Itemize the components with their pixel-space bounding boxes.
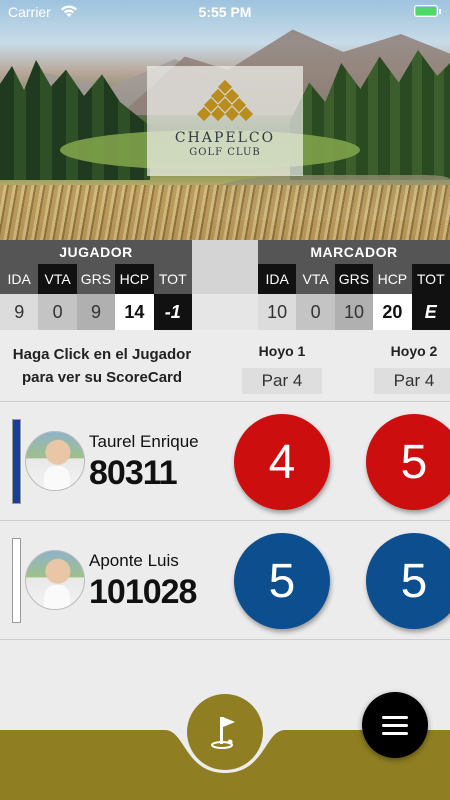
player-number: 101028	[89, 573, 197, 611]
player-color-bar	[12, 419, 21, 504]
avatar	[25, 431, 85, 491]
logo-mark-icon	[195, 79, 255, 128]
jugador-value-row: 9 0 9 14 -1	[0, 294, 192, 330]
marcador-hdr-vta: VTA	[296, 264, 335, 294]
jugador-val-tot: -1	[153, 294, 192, 330]
player-row[interactable]: Aponte Luis 101028 5 5	[0, 521, 450, 640]
scorecard-hint: Haga Click en el Jugador para ver su Sco…	[12, 343, 192, 389]
player-name: Aponte Luis	[89, 551, 179, 570]
hint-line-1: Haga Click en el Jugador	[12, 346, 192, 363]
avatar	[25, 550, 85, 610]
score-hole-1[interactable]: 5	[234, 533, 330, 629]
score-hole-2[interactable]: 5	[366, 533, 450, 629]
jugador-val-hcp: 14	[115, 294, 154, 330]
score-hole-2[interactable]: 5	[366, 414, 450, 510]
menu-button[interactable]	[362, 692, 428, 758]
hole-1-name: Hoyo 1	[258, 343, 306, 359]
hole-2-par: Par 4	[374, 368, 450, 394]
jugador-hdr-ida: IDA	[0, 264, 39, 294]
player-number: 80311	[89, 454, 178, 492]
score-divider	[192, 240, 258, 330]
marcador-hdr-ida: IDA	[258, 264, 297, 294]
score-summary: JUGADOR IDA VTA GRS HCP TOT 9 0 9 14 -1 …	[0, 240, 450, 330]
marcador-hdr-tot: TOT	[411, 264, 450, 294]
jugador-header-row: IDA VTA GRS HCP TOT	[0, 264, 192, 294]
jugador-hdr-tot: TOT	[153, 264, 192, 294]
marcador-title: MARCADOR	[258, 240, 450, 264]
marcador-val-vta: 0	[296, 294, 335, 330]
jugador-val-ida: 9	[0, 294, 39, 330]
marcador-val-tot: E	[411, 294, 450, 330]
hamburger-menu-icon	[382, 715, 408, 719]
jugador-title: JUGADOR	[0, 240, 192, 264]
hero-banner: CHAPELCO GOLF CLUB	[0, 0, 450, 240]
battery-icon	[414, 5, 441, 17]
hamburger-line	[382, 731, 408, 735]
marcador-val-ida: 10	[258, 294, 297, 330]
hint-line-2: para ver su ScoreCard	[21, 369, 183, 386]
player-row[interactable]: Taurel Enrique 80311 4 5	[0, 402, 450, 521]
marcador-header-row: IDA VTA GRS HCP TOT	[258, 264, 450, 294]
golf-flag-icon	[211, 717, 235, 749]
jugador-panel: JUGADOR IDA VTA GRS HCP TOT 9 0 9 14 -1	[0, 240, 192, 330]
jugador-val-vta: 0	[38, 294, 77, 330]
home-flag-button[interactable]	[187, 694, 263, 770]
marcador-val-hcp: 20	[373, 294, 412, 330]
jugador-hdr-hcp: HCP	[115, 264, 154, 294]
club-logo: CHAPELCO GOLF CLUB	[147, 66, 303, 176]
jugador-hdr-vta: VTA	[38, 264, 77, 294]
hole-1-header: Hoyo 1 Par 4	[242, 343, 322, 394]
hole-2-header: Hoyo 2 Par 4	[374, 343, 450, 394]
jugador-val-grs: 9	[76, 294, 116, 330]
marcador-val-grs: 10	[334, 294, 374, 330]
logo-subtitle: GOLF CLUB	[189, 147, 261, 158]
tall-grass	[0, 185, 450, 240]
marcador-panel: MARCADOR IDA VTA GRS HCP TOT 10 0 10 20 …	[258, 240, 450, 330]
hole-2-name: Hoyo 2	[390, 343, 438, 359]
jugador-hdr-grs: GRS	[76, 264, 116, 294]
status-bar: Carrier 5:55 PM	[0, 0, 450, 24]
logo-name: CHAPELCO	[174, 130, 276, 146]
player-color-bar	[12, 538, 21, 623]
player-name: Taurel Enrique	[89, 432, 199, 451]
hole-1-par: Par 4	[242, 368, 322, 394]
hamburger-line	[382, 723, 408, 727]
holes-header: Haga Click en el Jugador para ver su Sco…	[0, 330, 450, 402]
marcador-hdr-hcp: HCP	[373, 264, 412, 294]
marcador-hdr-grs: GRS	[334, 264, 374, 294]
clock: 5:55 PM	[198, 4, 252, 20]
score-hole-1[interactable]: 4	[234, 414, 330, 510]
marcador-value-row: 10 0 10 20 E	[258, 294, 450, 330]
